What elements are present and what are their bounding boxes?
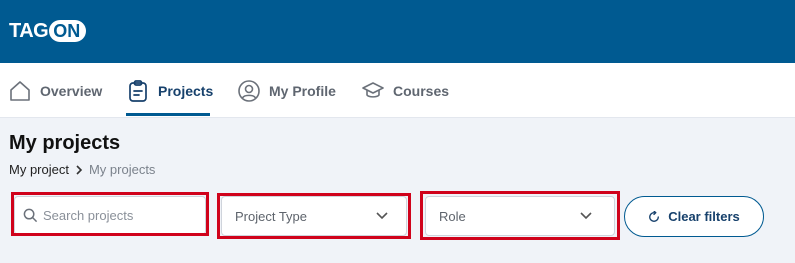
user-circle-icon [237,79,261,103]
tab-courses[interactable]: Courses [361,63,449,118]
chevron-right-icon [75,164,83,175]
main-nav: Overview Projects My Profile Courses [0,63,795,118]
search-highlight-box [11,192,209,236]
clear-filters-label: Clear filters [668,209,740,224]
home-icon [8,79,32,103]
tab-projects-label: Projects [158,82,214,99]
clipboard-icon [126,79,150,103]
tagon-logo[interactable]: TAG ON [9,19,87,42]
tab-my-profile[interactable]: My Profile [237,63,336,118]
tab-my-profile-label: My Profile [269,82,336,99]
graduation-cap-icon [361,79,385,103]
tab-overview-label: Overview [40,82,103,99]
page-title: My projects [9,132,121,154]
top-bar: TAG ON [0,0,795,63]
logo-pill: ON [49,20,87,42]
tab-projects[interactable]: Projects [126,63,213,118]
breadcrumb-current: My projects [88,162,156,177]
tab-overview[interactable]: Overview [8,63,102,118]
logo-text-left: TAG [9,19,49,42]
refresh-icon [648,210,660,223]
active-tab-indicator [126,113,210,116]
clear-filters-button[interactable]: Clear filters [624,196,764,237]
logo-text-right: ON [53,20,81,41]
tab-courses-label: Courses [393,82,450,99]
breadcrumb: My project My projects [9,162,155,177]
role-highlight-box [420,191,620,240]
breadcrumb-parent[interactable]: My project [9,162,69,177]
project-type-highlight-box [217,193,411,239]
